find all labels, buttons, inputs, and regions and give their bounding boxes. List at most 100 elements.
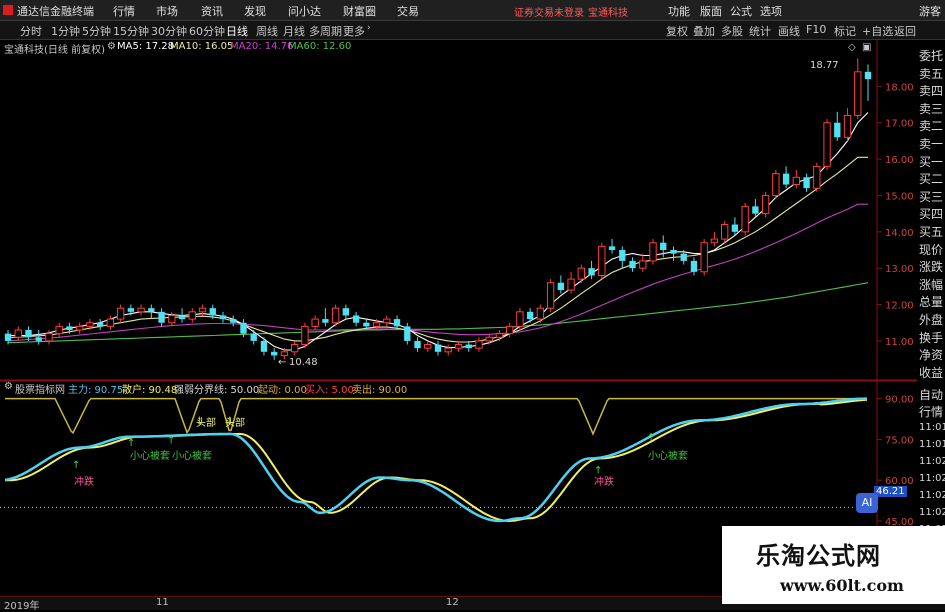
candle-body (198, 307, 207, 313)
date-label-year: 2019年 (4, 601, 40, 612)
candle-body (772, 173, 780, 196)
candle-body (700, 242, 708, 273)
candle-body (761, 194, 770, 215)
tab-5min[interactable]: 5分钟 (82, 23, 111, 39)
quote-field-label: 买五 (919, 225, 944, 239)
tab-30min[interactable]: 30分钟 (151, 23, 187, 39)
quote-field-label: 委托 (919, 49, 944, 63)
statistics-button[interactable]: 统计 (749, 23, 771, 39)
candle-body (823, 122, 831, 167)
security-name: 宝通科技 (588, 8, 628, 19)
trade-time: 11:01 (919, 439, 945, 450)
sell-value: 卖出: 90.00 (352, 385, 408, 396)
indicator-name: 股票指标网 (15, 385, 65, 396)
date-label-nov: 11 (156, 597, 169, 608)
price-tick-label: 15.00 (885, 191, 914, 202)
trade-time: 11:01 (919, 422, 945, 433)
candle-body (752, 206, 759, 214)
menu-discover[interactable]: 发现 (244, 3, 266, 19)
start-value: 起动: 0.00 (258, 385, 307, 396)
menu-wealth[interactable]: 财富圈 (343, 3, 376, 19)
more-chevron-icon[interactable]: › (367, 23, 371, 33)
menu-formula[interactable]: 公式 (730, 3, 752, 19)
tab-more[interactable]: 更多 (343, 23, 365, 39)
bottom-label-1: 冲跌 (74, 477, 94, 488)
menu-layout[interactable]: 版面 (700, 3, 722, 19)
candle-body (96, 322, 104, 327)
quote-field-label: 卖四 (919, 84, 944, 99)
tab-intraday[interactable]: 分时 (20, 23, 42, 39)
quote-field-label: 买二 (919, 172, 944, 187)
candle-body (639, 260, 647, 269)
menu-function[interactable]: 功能 (668, 3, 690, 19)
main-force-value: 主力: 90.75 (68, 385, 124, 396)
multi-stock-button[interactable]: 多股 (721, 23, 743, 39)
candle-body (424, 344, 432, 349)
careful-label-3: 小心被套 (648, 451, 688, 462)
menu-trade[interactable]: 交易 (397, 3, 419, 19)
candle-body (414, 340, 421, 349)
candle-body (813, 165, 821, 189)
date-label-dec: 12 (446, 597, 459, 608)
quote-field-label: 换手 (919, 330, 944, 345)
menu-market[interactable]: 市场 (156, 3, 178, 19)
menu-news[interactable]: 资讯 (201, 3, 223, 19)
overlay-button[interactable]: 叠加 (693, 23, 715, 39)
tab-daily[interactable]: 日线 (226, 23, 248, 39)
quote-tab[interactable]: 自动 (919, 386, 943, 403)
candle-body (25, 330, 32, 338)
signal-arrow-icon: ↑ (647, 433, 655, 444)
tab-multi-period[interactable]: 多周期 (309, 23, 342, 39)
quote-field-label: 卖一 (919, 137, 944, 151)
login-notice[interactable]: 证券交易未登录 (514, 4, 584, 19)
candle-body (363, 322, 370, 327)
menu-ask[interactable]: 问小达 (288, 3, 321, 19)
candle-body (741, 205, 749, 233)
candle-body (178, 315, 186, 320)
back-button[interactable]: 返回 (894, 23, 916, 39)
tab-15min[interactable]: 15分钟 (113, 23, 149, 39)
draw-line-button[interactable]: 画线 (778, 23, 800, 39)
adjust-button[interactable]: 复权 (666, 23, 688, 39)
candle-body (465, 344, 472, 349)
candle-body (454, 344, 463, 349)
candle-body (137, 307, 145, 313)
add-watchlist-button[interactable]: +自选 (862, 23, 893, 39)
quote-field-label: 买一 (919, 154, 944, 169)
guest-label[interactable]: 游客 (919, 3, 941, 19)
window-icon[interactable]: ▣ (862, 42, 871, 53)
candle-body (495, 333, 504, 338)
top-signal-label-1: 头部 (196, 418, 216, 429)
mark-button[interactable]: 标记 (834, 23, 856, 39)
candle-body (782, 173, 790, 185)
price-tick-label: 13.00 (885, 264, 914, 275)
menu-quotes[interactable]: 行情 (113, 3, 135, 19)
menu-options[interactable]: 选项 (760, 3, 782, 19)
tab-monthly[interactable]: 月线 (283, 23, 305, 39)
candle-body (444, 347, 452, 353)
candle-body (352, 315, 360, 323)
tab-1min[interactable]: 1分钟 (51, 23, 80, 39)
quote-field-label: 净资 (919, 348, 944, 363)
quote-field-label: 卖二 (919, 119, 944, 134)
price-tick-label: 17.00 (885, 119, 914, 130)
f10-button[interactable]: F10 (806, 23, 826, 36)
indicator-tick-label: 90.00 (885, 395, 914, 406)
ai-assistant-button[interactable]: AI (856, 493, 878, 513)
quote-tab[interactable]: 行情 (919, 403, 943, 420)
candle-body (619, 250, 626, 261)
candle-body (720, 224, 729, 240)
retail-value: 散户: 90.48 (122, 385, 178, 396)
tab-weekly[interactable]: 周线 (256, 23, 278, 39)
price-tick-label: 12.00 (885, 301, 914, 312)
price-tick-label: 11.00 (885, 337, 914, 348)
indicator-gear-icon[interactable]: ⚙ (4, 381, 13, 392)
candle-body (372, 322, 381, 327)
candle-body (4, 333, 12, 341)
app-logo-icon (3, 5, 13, 15)
boundary-value: 强弱分界线: 50.00 (174, 385, 260, 396)
trade-time: 11:02 (919, 507, 945, 518)
quote-field-label: 买四 (919, 207, 944, 222)
tab-60min[interactable]: 60分钟 (189, 23, 225, 39)
diamond-icon[interactable]: ◇ (848, 42, 856, 53)
